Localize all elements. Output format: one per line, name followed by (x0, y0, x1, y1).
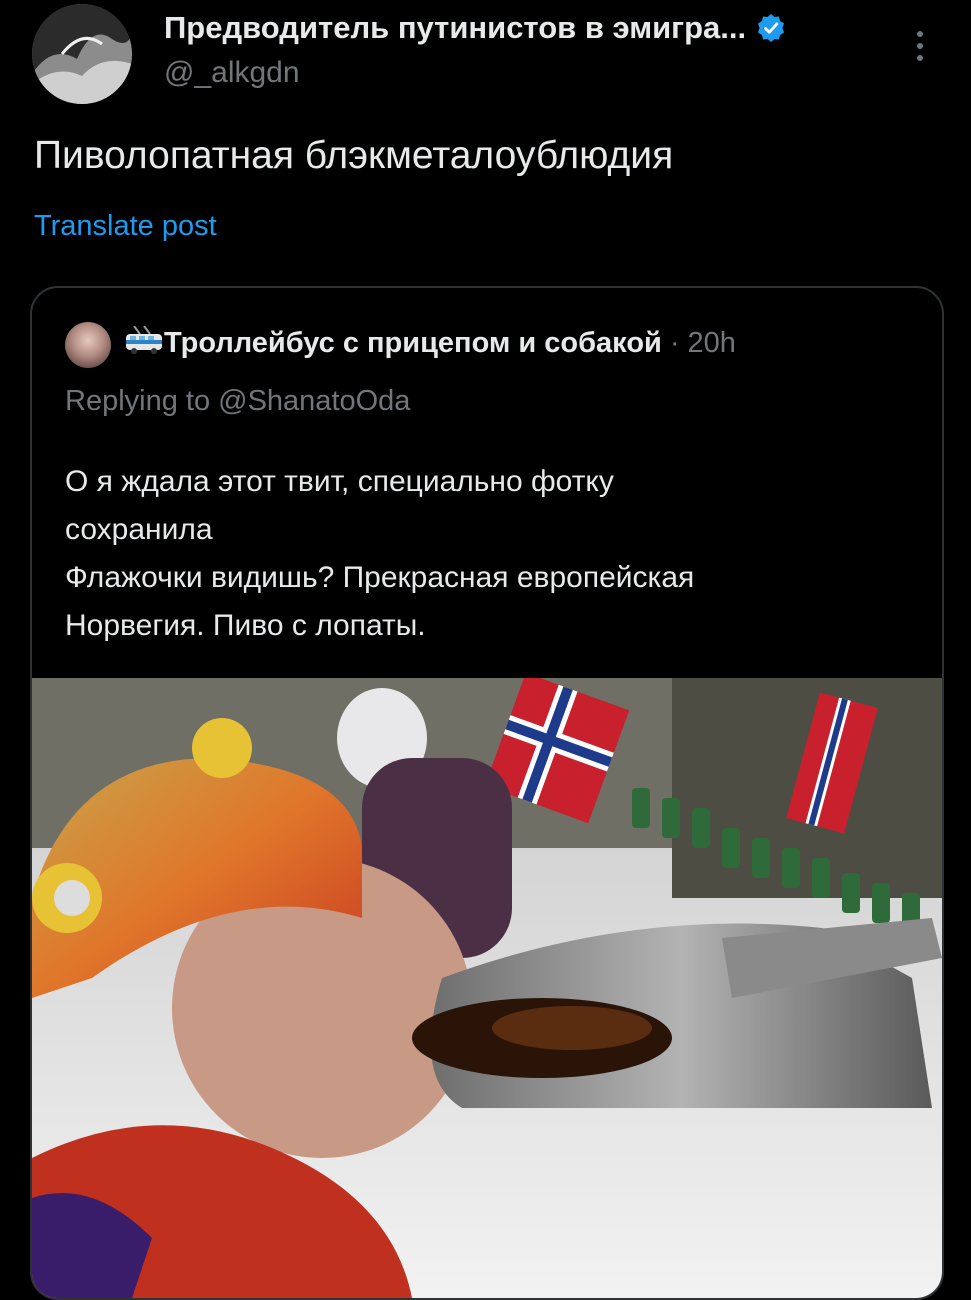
quoted-text-line: сохранила (65, 513, 213, 546)
quoted-text-line: Норвегия. Пиво с лопаты. (65, 609, 426, 642)
author-row: Предводитель путинистов в эмигра... (164, 10, 786, 46)
trolleybus-emoji-icon (124, 325, 164, 361)
author-name[interactable]: Предводитель путинистов в эмигра... (164, 10, 746, 46)
author-avatar[interactable] (32, 4, 132, 104)
quoted-text-line: Флажочки видишь? Прекрасная европейская (65, 561, 695, 594)
quoted-text-line: О я ждала этот твит, специально фотку (65, 465, 614, 498)
quoted-photo[interactable] (32, 678, 942, 1298)
quoted-text: О я ждала этот твит, специально фотку со… (65, 458, 915, 650)
post-text: Пиволопатная блэкметалоублюдия (34, 134, 674, 177)
author-handle[interactable]: @_alkgdn (164, 56, 300, 90)
more-vertical-icon[interactable] (908, 26, 932, 66)
quoted-author-name[interactable]: Троллейбус с прицепом и собакой (164, 327, 662, 360)
dot-separator: · (669, 327, 680, 359)
quoted-author-avatar[interactable] (65, 322, 111, 368)
photo-man-drinking-beer-from-shovel (32, 678, 942, 1298)
quoted-timestamp[interactable]: 20h (688, 327, 736, 360)
tweet-header: Предводитель путинистов в эмигра... @_al… (0, 0, 971, 120)
translate-post-link[interactable]: Translate post (34, 210, 217, 243)
verified-badge-icon (756, 13, 786, 43)
wave-artwork (32, 4, 132, 104)
quoted-author-row: Троллейбус с прицепом и собакой · 20h (124, 325, 736, 361)
replying-to-line: Replying to @ShanatoOda (65, 385, 411, 417)
quoted-tweet-card[interactable]: Троллейбус с прицепом и собакой · 20h Re… (30, 286, 944, 1300)
